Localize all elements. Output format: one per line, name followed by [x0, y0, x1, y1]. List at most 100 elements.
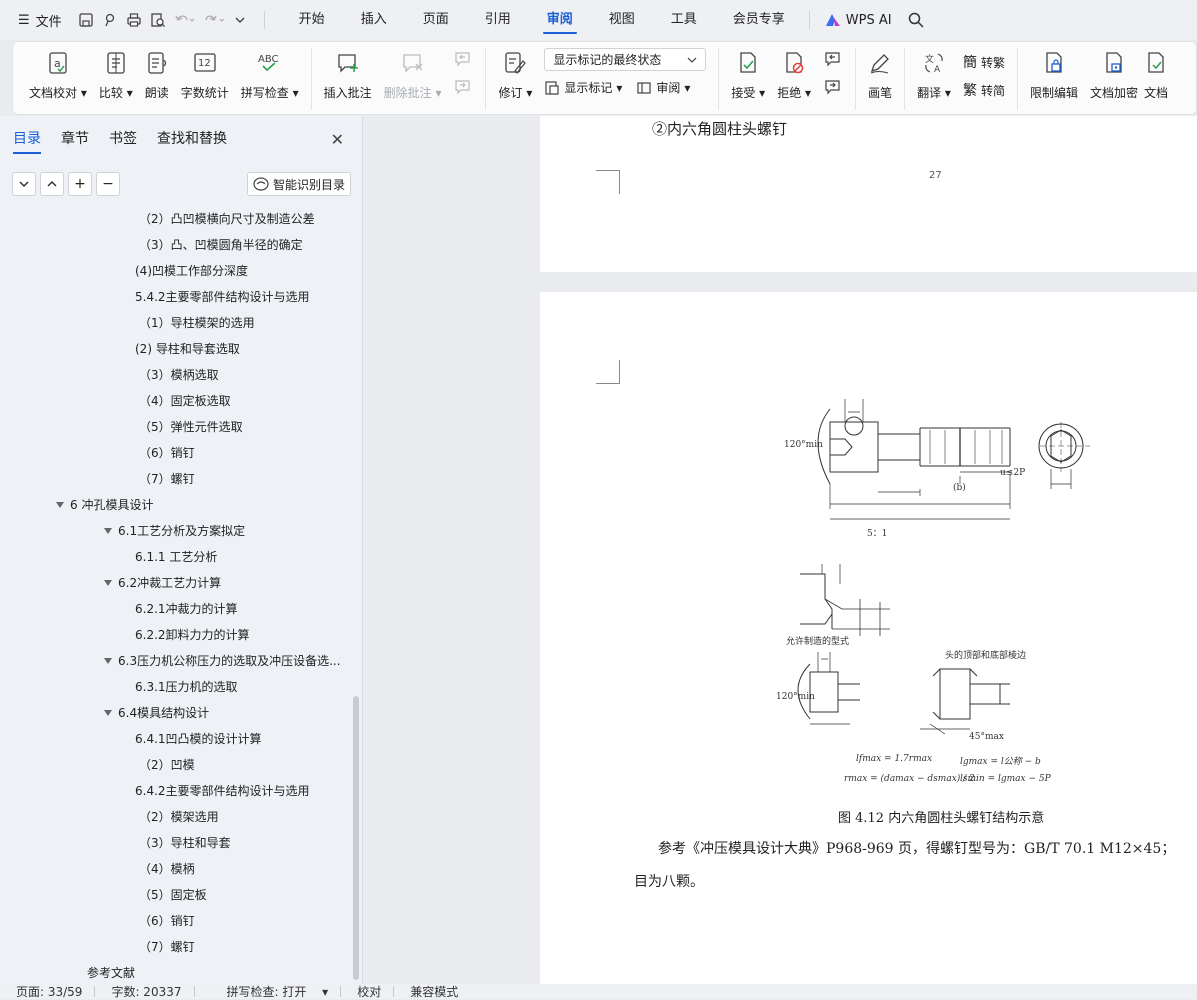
doc-encrypt-button[interactable]: 文档加密 [1084, 48, 1144, 101]
restrict-edit-button[interactable]: 限制编辑 [1024, 48, 1084, 101]
print-icon[interactable] [126, 12, 142, 28]
toc-item[interactable]: （5）弹性元件选取 [0, 414, 355, 440]
toc-item[interactable]: 6.3.1压力机的选取 [0, 674, 355, 700]
toc-item[interactable]: （4）模柄 [0, 856, 355, 882]
show-markup-button[interactable]: 显示标记 ▾ [544, 79, 622, 96]
review-pane-button[interactable]: 审阅 ▾ [636, 79, 690, 96]
save-icon[interactable] [78, 12, 94, 28]
redo-icon[interactable] [204, 12, 226, 28]
doc-permission-button[interactable]: 文档 [1144, 48, 1174, 101]
delete-comment-button[interactable]: 删除批注 ▾ [378, 48, 448, 101]
toc-item[interactable]: 6.2冲裁工艺力计算 [0, 570, 355, 596]
toc-item[interactable]: 6.4.1凹凸模的设计计算 [0, 726, 355, 752]
toc-item-label: （2）模架选用 [139, 810, 219, 824]
nav-pane-scrollbar[interactable] [353, 696, 359, 980]
tab-start[interactable]: 开始 [281, 0, 343, 40]
toc-item[interactable]: (2) 导柱和导套选取 [0, 336, 355, 362]
divider [310, 48, 312, 110]
tab-chapters[interactable]: 章节 [61, 116, 89, 162]
page-indicator[interactable]: 页面: 33/59 [0, 983, 94, 1000]
tab-view[interactable]: 视图 [591, 0, 653, 40]
close-icon[interactable]: ✕ [331, 130, 344, 149]
compare-button[interactable]: 比较 ▾ [93, 48, 139, 101]
print-preview-icon[interactable] [150, 12, 166, 28]
next-change-icon[interactable] [823, 78, 843, 98]
expand-triangle-icon[interactable] [104, 709, 112, 716]
wps-ai-icon [825, 14, 840, 26]
head-edges-label: 头的顶部和底部棱边 [945, 651, 1027, 661]
tab-insert[interactable]: 插入 [343, 0, 405, 40]
insert-comment-button[interactable]: 插入批注 [318, 48, 378, 101]
translate-button[interactable]: 文A 翻译 ▾ [911, 48, 957, 101]
add-heading-button[interactable]: + [68, 172, 92, 196]
undo-icon[interactable] [174, 12, 196, 28]
to-traditional-button[interactable]: 簡 转繁 [963, 52, 1005, 72]
expand-triangle-icon[interactable] [104, 579, 112, 586]
display-mode-dropdown[interactable]: 显示标记的最终状态 [544, 48, 707, 71]
tab-member[interactable]: 会员专享 [715, 0, 803, 40]
toc-item[interactable]: 6.4.2主要零部件结构设计与选用 [0, 778, 355, 804]
expand-triangle-icon[interactable] [104, 527, 112, 534]
spell-check-indicator[interactable]: 拼写检查: 打开 ▾ [195, 983, 341, 1000]
word-count-indicator[interactable]: 字数: 20337 [95, 983, 193, 1000]
remove-heading-button[interactable]: − [96, 172, 120, 196]
toc-item[interactable]: 6.1工艺分析及方案拟定 [0, 518, 355, 544]
tab-page[interactable]: 页面 [405, 0, 467, 40]
search-icon[interactable] [907, 11, 925, 29]
collapse-up-button[interactable] [40, 172, 64, 196]
toc-item[interactable]: 6.1.1 工艺分析 [0, 544, 355, 570]
read-aloud-button[interactable]: 朗读 [139, 48, 175, 101]
chevron-down-icon[interactable] [234, 12, 246, 28]
toc-item[interactable]: （6）销钉 [0, 908, 355, 934]
previous-comment-icon[interactable] [453, 50, 473, 70]
toc-item[interactable]: 6.3压力机公称压力的选取及冲压设备选... [0, 648, 355, 674]
tab-reference[interactable]: 引用 [467, 0, 529, 40]
proofread-indicator[interactable]: 校对 [341, 983, 393, 1000]
spell-check-button[interactable]: ABC 拼写检查 ▾ [235, 48, 305, 101]
collapse-down-button[interactable] [12, 172, 36, 196]
tab-find-replace[interactable]: 查找和替换 [157, 116, 227, 162]
toc-item[interactable]: （3）凸、凹模圆角半径的确定 [0, 232, 355, 258]
toc-item[interactable]: （6）销钉 [0, 440, 355, 466]
tab-tools[interactable]: 工具 [653, 0, 715, 40]
toc-item[interactable]: （5）固定板 [0, 882, 355, 908]
expand-triangle-icon[interactable] [104, 657, 112, 664]
review-pane-label: 审阅 [656, 81, 681, 95]
doc-check-button[interactable]: a 文档校对 ▾ [23, 48, 93, 101]
toc-item[interactable]: 6.4模具结构设计 [0, 700, 355, 726]
toc-item[interactable]: （4）固定板选取 [0, 388, 355, 414]
toc-item[interactable]: （7）螺钉 [0, 466, 355, 492]
smart-toc-button[interactable]: 智能识别目录 [247, 172, 351, 196]
previous-change-icon[interactable] [823, 50, 843, 70]
format-painter-icon[interactable] [102, 12, 118, 28]
toc-item[interactable]: 6.2.1冲裁力的计算 [0, 596, 355, 622]
tab-review[interactable]: 审阅 [529, 0, 591, 40]
next-comment-icon[interactable] [453, 78, 473, 98]
toc-item[interactable]: 5.4.2主要零部件结构设计与选用 [0, 284, 355, 310]
tab-toc[interactable]: 目录 [13, 116, 41, 162]
toc-item[interactable]: 6 冲孔模具设计 [0, 492, 355, 518]
track-changes-button[interactable]: 修订 ▾ [492, 48, 538, 101]
toc-item[interactable]: （2）模架选用 [0, 804, 355, 830]
pen-button[interactable]: 画笔 [862, 48, 898, 101]
toc-item[interactable]: （1）导柱模架的选用 [0, 310, 355, 336]
toc-item[interactable]: （3）模柄选取 [0, 362, 355, 388]
toc-item[interactable]: （2）凸凹模横向尺寸及制造公差 [0, 206, 355, 232]
expand-triangle-icon[interactable] [56, 501, 64, 508]
review-pane-icon [637, 81, 651, 94]
to-simplified-button[interactable]: 繁 转简 [963, 80, 1005, 100]
toc-item[interactable]: (4)凹模工作部分深度 [0, 258, 355, 284]
toc-item[interactable]: （3）导柱和导套 [0, 830, 355, 856]
accept-button[interactable]: 接受 ▾ [725, 48, 771, 101]
reject-button[interactable]: 拒绝 ▾ [771, 48, 817, 101]
tab-bookmarks[interactable]: 书签 [109, 116, 137, 162]
simplified-icon: 繁 [962, 83, 977, 99]
word-count-button[interactable]: 12 字数统计 [175, 48, 235, 101]
wps-ai-button[interactable]: WPS AI [808, 11, 925, 29]
toc-item[interactable]: 6.2.2卸料力力的计算 [0, 622, 355, 648]
toc-item[interactable]: （7）螺钉 [0, 934, 355, 960]
screw-end-view [1038, 422, 1090, 489]
doc-check-icon: a [49, 52, 67, 74]
file-menu[interactable]: ☰ 文件 [0, 11, 70, 30]
toc-item[interactable]: （2）凹模 [0, 752, 355, 778]
